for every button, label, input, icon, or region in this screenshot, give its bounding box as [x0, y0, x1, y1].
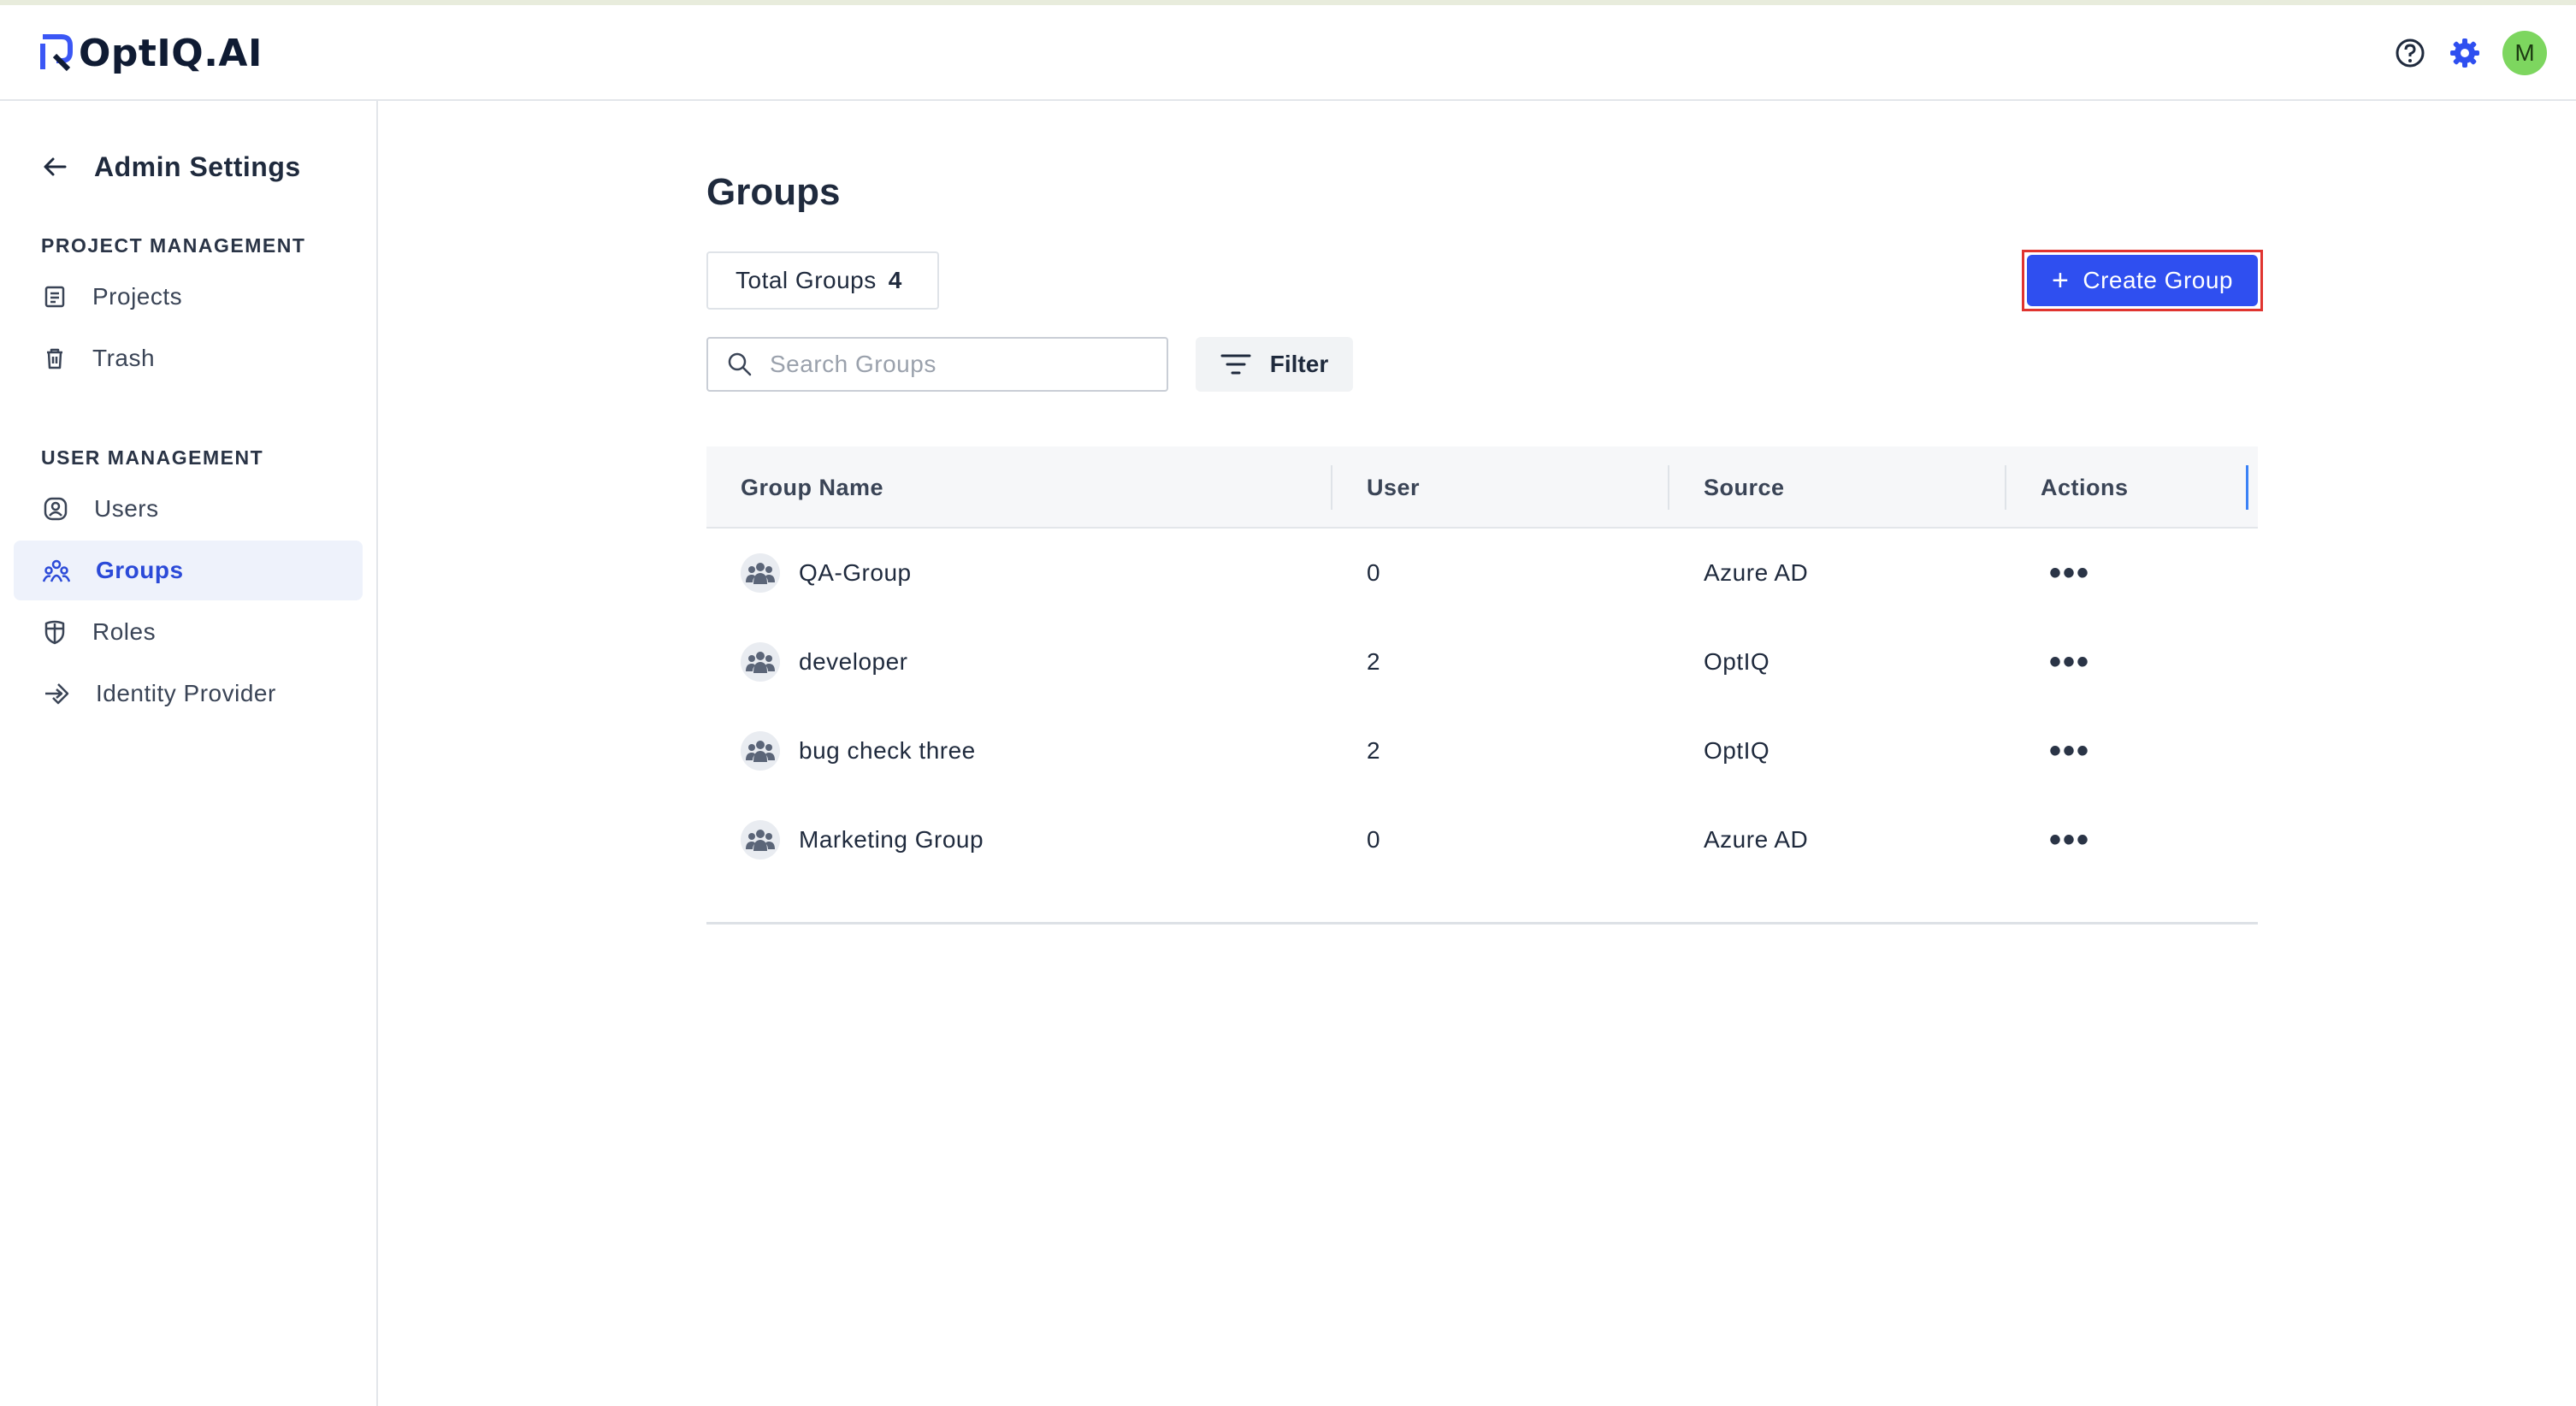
login-icon: [45, 683, 69, 705]
help-icon[interactable]: [2393, 36, 2427, 70]
total-groups-badge: Total Groups 4: [706, 251, 939, 310]
row-actions-button[interactable]: •••: [2049, 617, 2090, 706]
search-icon: [728, 352, 752, 376]
search-groups-field[interactable]: [706, 337, 1168, 392]
sidebar-item-label: Identity Provider: [96, 680, 276, 706]
sidebar-item-label: Roles: [92, 618, 157, 645]
document-icon: [44, 286, 65, 308]
section-title-project-management: PROJECT MANAGEMENT: [41, 234, 306, 257]
row-actions-button[interactable]: •••: [2049, 529, 2090, 617]
source-cell: Azure AD: [1704, 559, 1809, 586]
group-avatar-icon: [741, 820, 780, 860]
group-name[interactable]: bug check three: [799, 737, 976, 765]
total-groups-label: Total Groups: [736, 267, 877, 293]
total-groups-count: 4: [888, 267, 902, 293]
sidebar-item-users[interactable]: Users: [14, 479, 363, 539]
group-name[interactable]: QA-Group: [799, 559, 912, 587]
page-title: Groups: [706, 171, 841, 213]
table-row[interactable]: developer 2 OptIQ •••: [706, 617, 2258, 706]
sidebar-title: Admin Settings: [94, 151, 301, 182]
group-name[interactable]: developer: [799, 648, 907, 676]
user-count-cell: 2: [1367, 648, 1381, 675]
sidebar-item-roles[interactable]: Roles: [14, 602, 363, 662]
group-name[interactable]: Marketing Group: [799, 826, 984, 854]
group-avatar-icon: [741, 642, 780, 682]
trash-icon: [47, 348, 62, 369]
source-cell: OptIQ: [1704, 648, 1770, 675]
column-resize-handle[interactable]: [2005, 465, 2006, 510]
group-icon: [43, 559, 70, 582]
column-header-source[interactable]: Source: [1704, 446, 1785, 529]
column-resize-handle[interactable]: [1331, 465, 1332, 510]
table-row[interactable]: bug check three 2 OptIQ •••: [706, 706, 2258, 795]
source-cell: OptIQ: [1704, 737, 1770, 764]
source-cell: Azure AD: [1704, 826, 1809, 853]
row-actions-button[interactable]: •••: [2049, 706, 2090, 795]
group-avatar-icon: [741, 731, 780, 771]
sidebar-item-label: Groups: [96, 557, 184, 583]
sidebar-item-label: Projects: [92, 283, 183, 310]
sidebar-item-label: Users: [94, 495, 159, 522]
groups-table: Group Name User Source Actions QA-Group …: [706, 446, 2258, 925]
more-horizontal-icon: •••: [2049, 643, 2091, 681]
filter-icon: [1220, 354, 1251, 375]
search-groups-input[interactable]: [770, 351, 1146, 378]
table-header: Group Name User Source Actions: [706, 446, 2258, 529]
table-bottom-divider: [706, 922, 2258, 925]
logo-mark-icon: [40, 34, 73, 72]
avatar[interactable]: M: [2502, 31, 2547, 75]
arrow-left-icon: [44, 157, 67, 176]
column-header-user[interactable]: User: [1367, 446, 1420, 529]
sidebar-item-projects[interactable]: Projects: [14, 267, 363, 327]
group-name-cell: bug check three: [741, 706, 976, 795]
gear-icon[interactable]: [2448, 36, 2482, 70]
user-count-cell: 0: [1367, 559, 1381, 586]
group-avatar-icon: [741, 553, 780, 593]
column-resize-handle[interactable]: [2246, 465, 2248, 510]
logo-text: OptIQ.AI: [79, 31, 263, 75]
sidebar-item-trash[interactable]: Trash: [14, 328, 363, 388]
column-header-actions: Actions: [2041, 474, 2129, 500]
column-header-group-name[interactable]: Group Name: [741, 446, 883, 529]
shield-icon: [44, 620, 65, 645]
create-group-label: Create Group: [2083, 267, 2233, 293]
group-name-cell: QA-Group: [741, 529, 912, 617]
filter-label: Filter: [1269, 351, 1329, 377]
more-horizontal-icon: •••: [2049, 732, 2091, 770]
sidebar-item-identity-provider[interactable]: Identity Provider: [14, 664, 363, 724]
sidebar-item-groups[interactable]: Groups: [14, 541, 363, 600]
top-bar: OptIQ.AI M: [0, 5, 2576, 101]
user-count-cell: 0: [1367, 826, 1381, 853]
user-count-cell: 2: [1367, 737, 1381, 764]
plus-icon: +: [2052, 264, 2070, 297]
section-title-user-management: USER MANAGEMENT: [41, 446, 264, 469]
user-icon: [44, 497, 68, 521]
sidebar: Admin Settings PROJECT MANAGEMENT Projec…: [0, 101, 378, 1406]
sidebar-item-label: Trash: [92, 345, 156, 371]
group-name-cell: Marketing Group: [741, 795, 984, 884]
column-resize-handle[interactable]: [1668, 465, 1669, 510]
group-name-cell: developer: [741, 617, 907, 706]
app-logo[interactable]: OptIQ.AI: [39, 29, 263, 77]
more-horizontal-icon: •••: [2049, 554, 2091, 592]
back-to-admin-settings[interactable]: Admin Settings: [41, 145, 301, 188]
table-row[interactable]: QA-Group 0 Azure AD •••: [706, 529, 2258, 617]
create-group-button[interactable]: + Create Group: [2027, 255, 2258, 306]
more-horizontal-icon: •••: [2049, 821, 2091, 859]
table-row[interactable]: Marketing Group 0 Azure AD •••: [706, 795, 2258, 884]
row-actions-button[interactable]: •••: [2049, 795, 2090, 884]
filter-button[interactable]: Filter: [1196, 337, 1353, 392]
